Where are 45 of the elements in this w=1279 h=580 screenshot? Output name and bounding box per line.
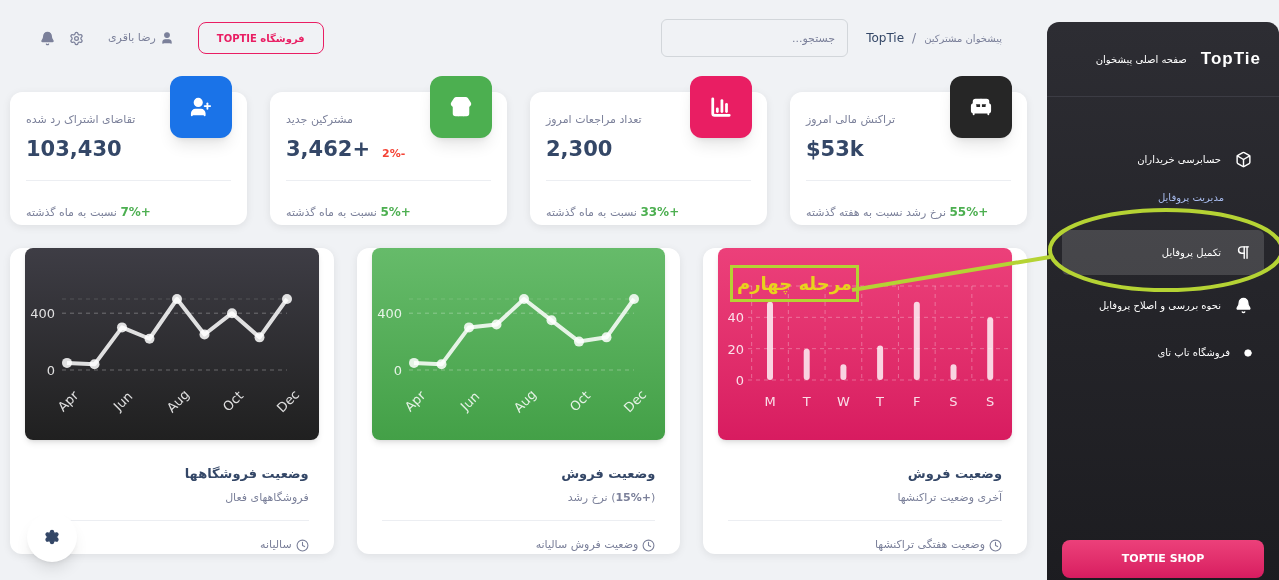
chart-subtitle: فروشگاههای فعال (224, 489, 309, 506)
breadcrumb-current: TopTie (866, 30, 905, 47)
axis-label: 0 (736, 373, 745, 388)
stat-value: 2,300 (546, 136, 613, 163)
axis-label: Apr (54, 387, 82, 415)
change-text: -2% (382, 146, 406, 162)
axis-label: 0 (46, 363, 55, 378)
axis-label: T (803, 394, 811, 409)
axis-label: Aug (510, 386, 539, 416)
stat-title: تعداد مراجعات امروز (546, 113, 642, 126)
stat-value: $53k (806, 136, 864, 163)
axis-label: Jun (457, 388, 483, 414)
stat-title: تقاضای اشتراک رد شده (26, 113, 136, 126)
axis-label: Aug (163, 386, 193, 416)
stat-value: 103,430 (26, 136, 122, 163)
axis-label: Oct (566, 387, 593, 415)
chart-footer: وضعیت فروش سالیانه (535, 537, 639, 554)
chart-footer: وضعیت هفتگی تراکنشها (875, 537, 985, 554)
chart-subtitle: آخری وضعیت تراکنشها (896, 489, 1002, 506)
chart-title: وضعیت فروشگاهها (183, 465, 309, 483)
axis-label: Dec (273, 386, 303, 416)
sidebar-heading: مدیریت پروفایل (1157, 191, 1225, 206)
breadcrumb-separator: / (912, 30, 917, 47)
axis-label: S (986, 394, 995, 409)
axis-label: Oct (219, 387, 247, 415)
axis-label: Jun (110, 388, 136, 414)
axis-label: F (913, 394, 921, 409)
axis-label: S (949, 394, 958, 409)
stat-title: مشترکین جدید (286, 113, 353, 126)
stat-value: +3,462 (286, 136, 371, 163)
axis-label: Dec (620, 386, 649, 416)
annotation-label: مرحله چهارم (730, 265, 859, 302)
axis-label: 400 (376, 306, 402, 322)
axis-label: 400 (30, 306, 55, 322)
axis-label: M (764, 394, 776, 409)
axis-label: T (876, 394, 885, 409)
chart-footer: سالیانه (260, 537, 292, 554)
chart-title: وضعیت فروش (560, 465, 656, 483)
axis-label: 0 (393, 363, 402, 378)
axis-label: W (837, 394, 851, 409)
chart-title: وضعیت فروش (906, 465, 1002, 483)
axis-label: 40 (727, 310, 745, 326)
stat-title: تراکنش مالی امروز (806, 113, 896, 126)
axis-label: 20 (727, 341, 745, 357)
axis-label: Apr (401, 387, 428, 415)
